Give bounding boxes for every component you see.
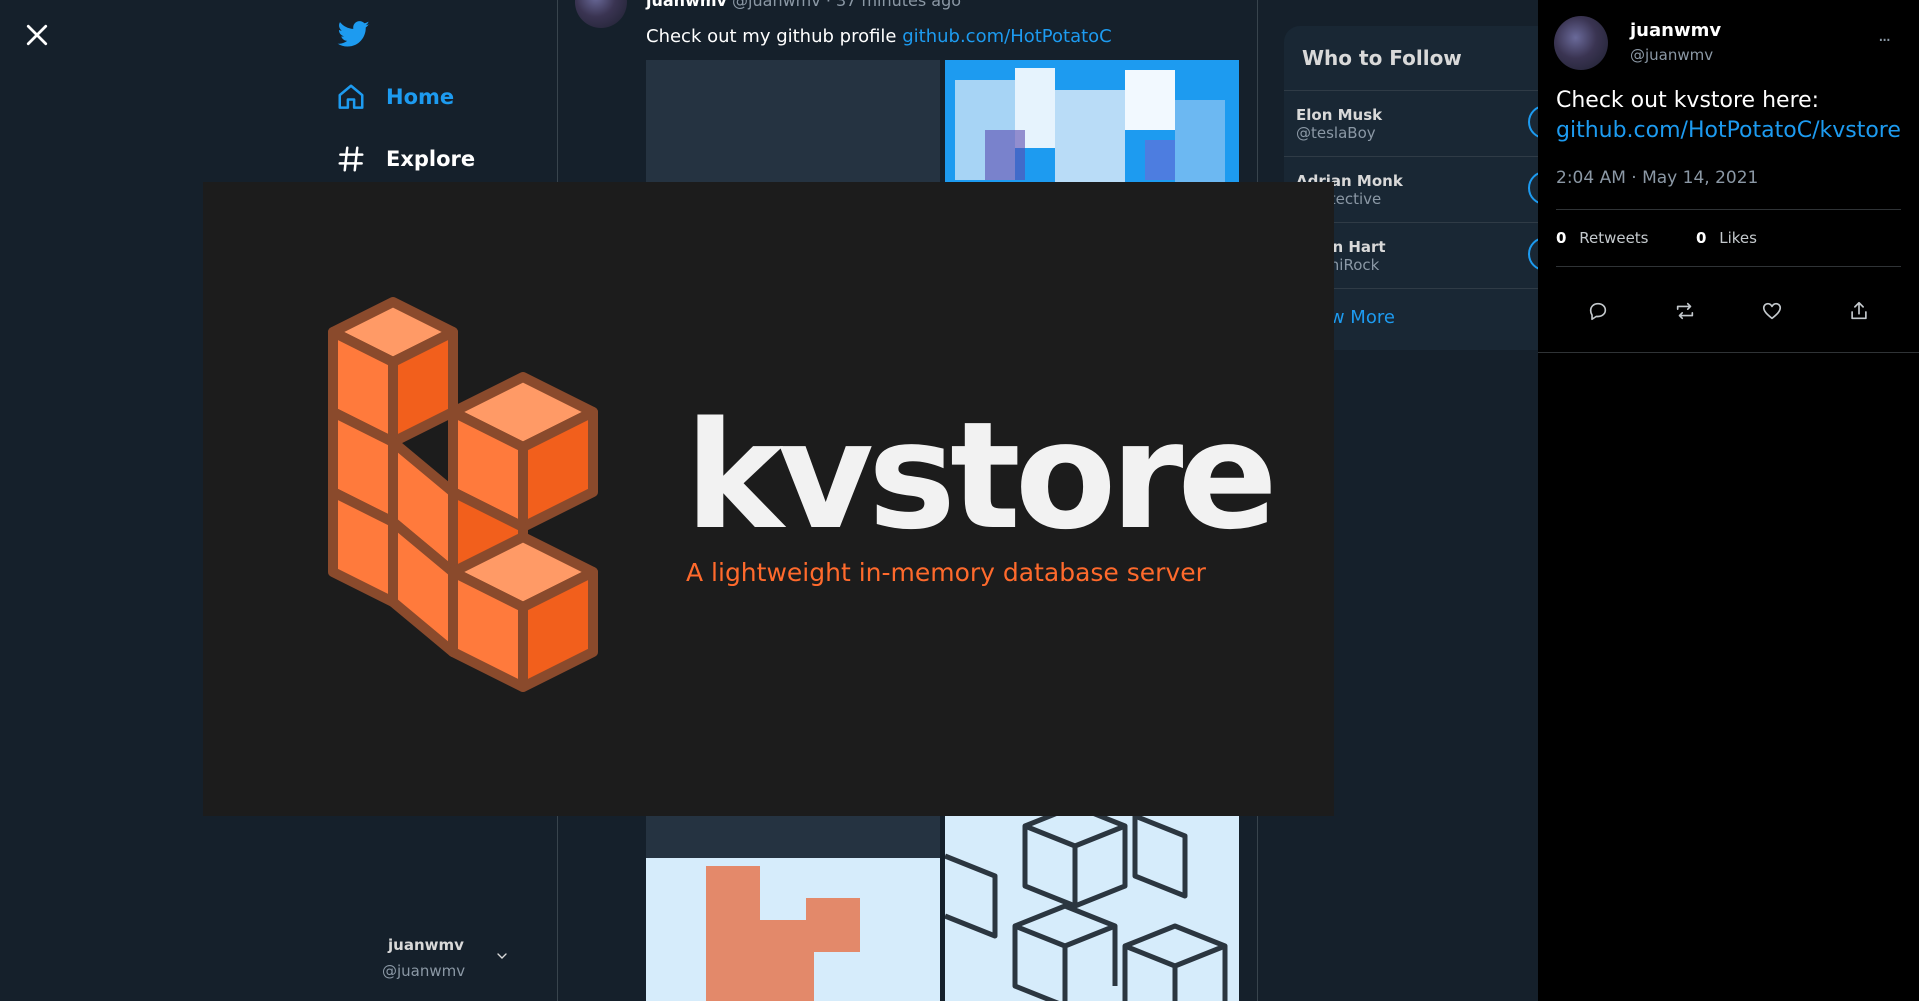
detail-text: Check out kvstore here: — [1556, 88, 1820, 113]
suggestion-handle: @teslaBoy — [1296, 123, 1376, 142]
media-viewer-image: kvstore A lightweight in-memory database… — [203, 182, 1334, 816]
media-logo-text: kvstore — [685, 390, 1278, 562]
detail-avatar[interactable] — [1554, 16, 1608, 70]
cube-logo-image — [706, 866, 860, 1001]
heart-icon — [1762, 302, 1782, 320]
retweets-label: Retweets — [1579, 229, 1649, 247]
media-thumbnail[interactable] — [945, 816, 1239, 1001]
retweets-count: 0 — [1556, 229, 1567, 247]
suggestion-name: Adrian Monk — [1296, 171, 1403, 190]
media-thumbnail[interactable] — [945, 60, 1239, 188]
nav-item-label: Explore — [386, 147, 476, 171]
media-tagline: A lightweight in-memory database server — [686, 558, 1206, 587]
detail-handle[interactable]: @juanwmv — [1630, 46, 1713, 64]
avatar[interactable] — [575, 0, 627, 28]
like-button[interactable] — [1761, 300, 1783, 326]
share-button[interactable] — [1848, 300, 1870, 326]
account-switcher[interactable]: juanwmv @juanwmv — [380, 932, 520, 982]
tweet-separator: · — [825, 0, 831, 10]
close-icon — [26, 24, 48, 46]
tweet-handle: @juanwmv — [732, 0, 821, 10]
media-thumbnail[interactable] — [646, 60, 940, 188]
tweet-time: 37 minutes ago — [836, 0, 962, 10]
more-options-button[interactable]: ··· — [1878, 30, 1891, 51]
follow-suggestion[interactable]: Elon Musk @teslaBoy Follow — [1284, 91, 1564, 157]
retweets-stat[interactable]: 0 Retweets — [1556, 229, 1649, 247]
tweet-author: juanwmv — [646, 0, 727, 10]
tweet-text-body: Check out my github profile — [646, 26, 903, 47]
media-thumbnail[interactable] — [646, 858, 940, 1001]
nav-item-home[interactable]: Home — [336, 82, 454, 112]
nav-item-label: Home — [386, 85, 455, 109]
cube-logo-icon — [328, 297, 598, 692]
twitter-logo[interactable] — [336, 18, 372, 50]
bird-icon — [337, 21, 370, 47]
cube-outline-image — [945, 816, 1228, 1001]
tweet-link[interactable]: github.com/HotPotatoC — [902, 26, 1112, 47]
who-to-follow-title: Who to Follow — [1284, 26, 1564, 91]
reply-button[interactable] — [1587, 300, 1609, 326]
likes-stat[interactable]: 0 Likes — [1696, 229, 1757, 247]
tweet-detail-panel: juanwmv @juanwmv ··· Check out kvstore h… — [1538, 0, 1919, 1001]
detail-divider — [1538, 352, 1919, 353]
likes-count: 0 — [1696, 229, 1707, 247]
account-name: juanwmv — [388, 936, 464, 954]
home-icon — [338, 84, 364, 109]
close-button[interactable] — [22, 20, 52, 50]
share-icon — [1851, 301, 1867, 320]
tweet-text: Check out my github profile github.com/H… — [646, 26, 1112, 47]
likes-label: Likes — [1719, 229, 1757, 247]
hashtag-icon — [338, 146, 364, 172]
collage-image — [945, 60, 1239, 188]
reply-icon — [1589, 302, 1607, 321]
detail-divider — [1556, 266, 1901, 267]
tweet-header: juanwmv @juanwmv · 37 minutes ago — [646, 0, 961, 10]
detail-timestamp[interactable]: 2:04 AM · May 14, 2021 — [1556, 168, 1758, 188]
suggestion-handle: @detective — [1296, 189, 1382, 208]
chevron-down-icon — [497, 953, 507, 959]
nav-item-explore[interactable]: Explore — [336, 144, 475, 174]
media-thumbnail[interactable] — [646, 816, 940, 858]
account-handle: @juanwmv — [382, 962, 466, 980]
detail-divider — [1556, 209, 1901, 210]
detail-link[interactable]: github.com/HotPotatoC/kvstore — [1556, 118, 1901, 143]
suggestion-name: Elon Musk — [1296, 105, 1383, 124]
retweet-button[interactable] — [1674, 300, 1696, 326]
retweet-icon — [1676, 302, 1694, 320]
suggestion-name: Kevin Hart — [1296, 237, 1386, 256]
detail-author[interactable]: juanwmv — [1630, 20, 1721, 41]
suggestion-handle: @miniRock — [1296, 255, 1380, 274]
